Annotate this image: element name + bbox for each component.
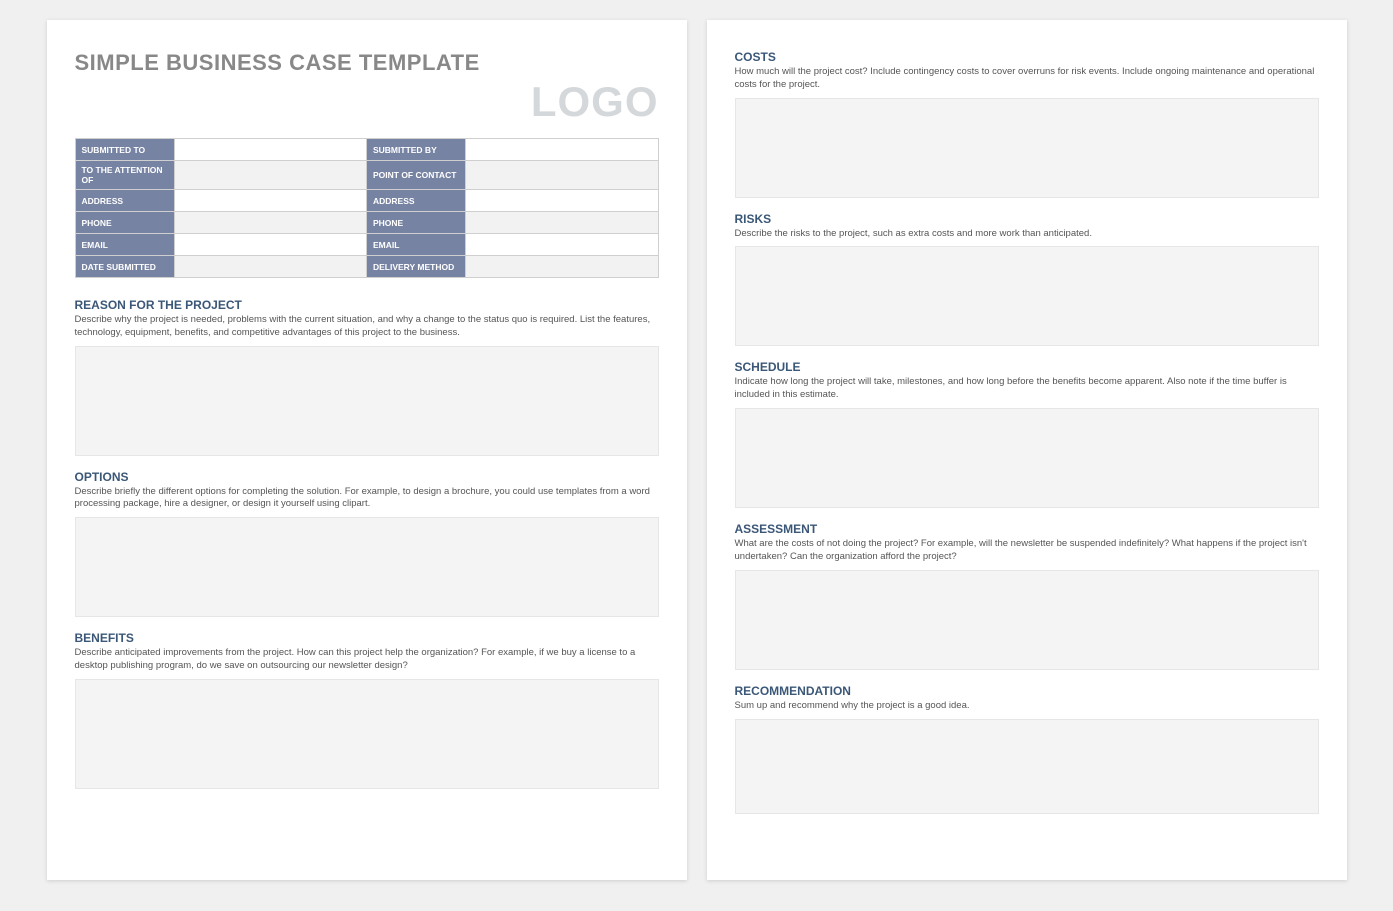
info-label: EMAIL	[75, 234, 174, 256]
section: ASSESSMENT What are the costs of not doin…	[735, 522, 1319, 670]
section-title: REASON FOR THE PROJECT	[75, 298, 659, 312]
page-1: SIMPLE BUSINESS CASE TEMPLATE LOGO SUBMI…	[47, 20, 687, 880]
section-input-box[interactable]	[735, 246, 1319, 346]
info-label: POINT OF CONTACT	[366, 161, 465, 190]
logo-placeholder: LOGO	[75, 78, 659, 126]
info-row: ADDRESS ADDRESS	[75, 190, 658, 212]
section-description: Indicate how long the project will take,…	[735, 376, 1319, 402]
info-label: PHONE	[366, 212, 465, 234]
info-label: ADDRESS	[75, 190, 174, 212]
section-input-box[interactable]	[735, 98, 1319, 198]
section-description: What are the costs of not doing the proj…	[735, 538, 1319, 564]
section-title: BENEFITS	[75, 631, 659, 645]
info-label: ADDRESS	[366, 190, 465, 212]
section-input-box[interactable]	[735, 408, 1319, 508]
section-description: Describe briefly the different options f…	[75, 486, 659, 512]
page-2: COSTS How much will the project cost? Inc…	[707, 20, 1347, 880]
info-row: EMAIL EMAIL	[75, 234, 658, 256]
info-value[interactable]	[466, 256, 658, 278]
section-title: SCHEDULE	[735, 360, 1319, 374]
info-value[interactable]	[466, 161, 658, 190]
info-row: PHONE PHONE	[75, 212, 658, 234]
section-description: Describe anticipated improvements from t…	[75, 647, 659, 673]
section-description: Describe why the project is needed, prob…	[75, 314, 659, 340]
section-description: Describe the risks to the project, such …	[735, 228, 1319, 241]
info-value[interactable]	[466, 212, 658, 234]
section-description: Sum up and recommend why the project is …	[735, 700, 1319, 713]
section-title: OPTIONS	[75, 470, 659, 484]
info-value[interactable]	[174, 256, 366, 278]
info-value[interactable]	[174, 190, 366, 212]
info-row: DATE SUBMITTED DELIVERY METHOD	[75, 256, 658, 278]
section-title: RISKS	[735, 212, 1319, 226]
info-label: TO THE ATTENTION OF	[75, 161, 174, 190]
section-input-box[interactable]	[75, 346, 659, 456]
info-value[interactable]	[174, 139, 366, 161]
info-table: SUBMITTED TOSUBMITTED BYTO THE ATTENTION…	[75, 138, 659, 278]
info-row: TO THE ATTENTION OF POINT OF CONTACT	[75, 161, 658, 190]
info-label: SUBMITTED BY	[366, 139, 465, 161]
section-description: How much will the project cost? Include …	[735, 66, 1319, 92]
info-value[interactable]	[174, 161, 366, 190]
info-value[interactable]	[174, 212, 366, 234]
section-input-box[interactable]	[735, 570, 1319, 670]
document-title: SIMPLE BUSINESS CASE TEMPLATE	[75, 50, 659, 76]
info-label: DELIVERY METHOD	[366, 256, 465, 278]
section-input-box[interactable]	[75, 517, 659, 617]
info-label: PHONE	[75, 212, 174, 234]
section: RECOMMENDATION Sum up and recommend why t…	[735, 684, 1319, 814]
info-label: DATE SUBMITTED	[75, 256, 174, 278]
info-value[interactable]	[466, 139, 658, 161]
section-input-box[interactable]	[735, 719, 1319, 814]
section: OPTIONS Describe briefly the different op…	[75, 470, 659, 618]
section: REASON FOR THE PROJECT Describe why the p…	[75, 298, 659, 456]
info-value[interactable]	[466, 234, 658, 256]
info-label: EMAIL	[366, 234, 465, 256]
section-title: COSTS	[735, 50, 1319, 64]
section: COSTS How much will the project cost? Inc…	[735, 50, 1319, 198]
section: RISKS Describe the risks to the project, …	[735, 212, 1319, 347]
section: SCHEDULE Indicate how long the project wi…	[735, 360, 1319, 508]
section-title: RECOMMENDATION	[735, 684, 1319, 698]
section-input-box[interactable]	[75, 679, 659, 789]
section: BENEFITS Describe anticipated improvement…	[75, 631, 659, 789]
section-title: ASSESSMENT	[735, 522, 1319, 536]
info-value[interactable]	[174, 234, 366, 256]
info-value[interactable]	[466, 190, 658, 212]
info-row: SUBMITTED TO SUBMITTED BY	[75, 139, 658, 161]
info-label: SUBMITTED TO	[75, 139, 174, 161]
